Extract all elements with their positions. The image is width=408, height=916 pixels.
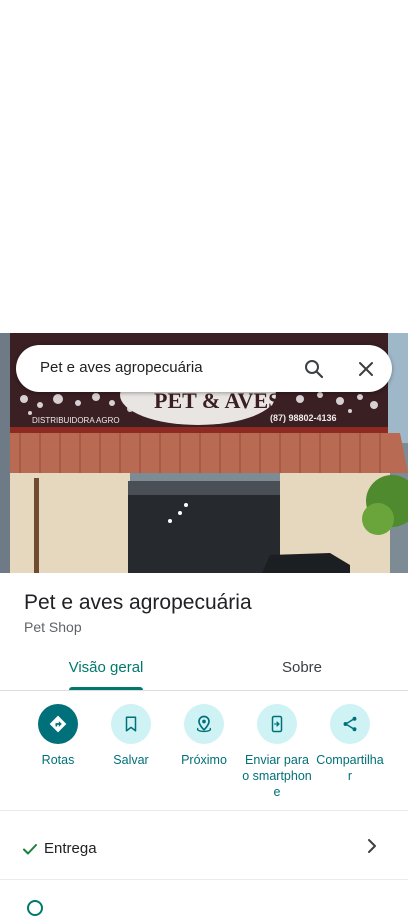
place-category[interactable]: Pet Shop xyxy=(24,619,82,635)
divider xyxy=(0,879,408,880)
check-icon xyxy=(23,844,37,855)
sign-phone: (87) 98802-4136 xyxy=(270,413,337,423)
clock-icon xyxy=(27,900,43,916)
share-label: Compartilhar xyxy=(316,753,384,783)
search-bar[interactable]: Pet e aves agropecuária xyxy=(16,345,392,392)
bookmark-icon xyxy=(125,716,137,732)
nearby-label: Próximo xyxy=(181,753,227,767)
close-icon[interactable] xyxy=(354,357,378,381)
map-area-blank xyxy=(0,0,408,333)
directions-button[interactable]: Rotas xyxy=(18,704,98,768)
share-icon xyxy=(343,716,357,732)
delivery-label: Entrega xyxy=(44,840,97,857)
sign-subtext: DISTRIBUIDORA AGRO xyxy=(32,416,120,425)
search-input[interactable]: Pet e aves agropecuária xyxy=(40,359,203,376)
search-icon[interactable] xyxy=(302,357,326,381)
tab-overview[interactable]: Visão geral xyxy=(60,644,152,690)
directions-label: Rotas xyxy=(41,753,75,767)
share-button[interactable]: Compartilhar xyxy=(310,704,390,784)
tab-bar: Visão geral Sobre xyxy=(0,644,408,691)
tab-about[interactable]: Sobre xyxy=(258,644,346,690)
nearby-icon xyxy=(196,715,212,733)
tab-selected-indicator xyxy=(69,687,143,690)
send-to-phone-label: Enviar para o smartphone xyxy=(242,753,312,799)
directions-icon xyxy=(49,715,67,733)
place-title: Pet e aves agropecuária xyxy=(24,591,252,614)
nearby-button[interactable]: Próximo xyxy=(164,704,244,768)
send-to-phone-button[interactable]: Enviar para o smartphone xyxy=(237,704,317,800)
chevron-right-icon[interactable] xyxy=(362,836,382,856)
send-to-phone-icon xyxy=(271,715,283,733)
delivery-row[interactable]: Entrega xyxy=(0,811,408,879)
save-label: Salvar xyxy=(113,753,149,767)
action-buttons: Rotas Salvar Próximo Enviar para o smart… xyxy=(0,704,408,810)
save-button[interactable]: Salvar xyxy=(91,704,171,768)
